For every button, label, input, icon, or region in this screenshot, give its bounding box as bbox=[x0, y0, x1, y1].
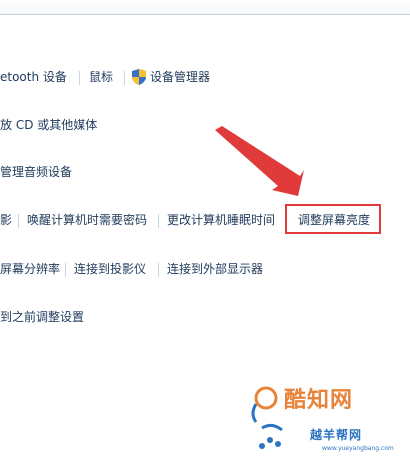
watermark-title: 酷知网 bbox=[284, 388, 354, 413]
watermark-url: www.yueyangbang.com bbox=[322, 445, 394, 452]
watermark-subtitle: 越羊帮网 bbox=[310, 428, 363, 442]
